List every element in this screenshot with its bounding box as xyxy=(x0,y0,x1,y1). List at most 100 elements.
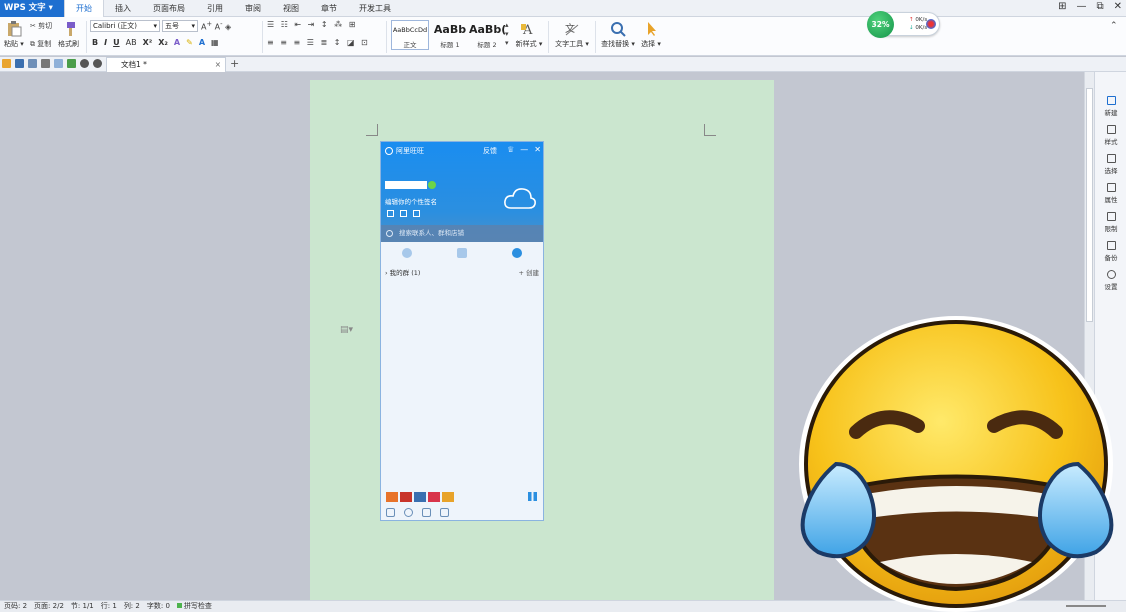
create-group-button[interactable]: + 创建 xyxy=(518,267,539,277)
app-icon[interactable] xyxy=(428,492,440,502)
style-heading1[interactable]: AaBb 标题 1 xyxy=(431,20,469,50)
ribbon-separator xyxy=(262,21,263,53)
tab-page-layout[interactable]: 页面布局 xyxy=(142,0,196,17)
groups-tab-icon[interactable] xyxy=(512,248,522,258)
select-icon xyxy=(1106,154,1116,163)
tab-references[interactable]: 引用 xyxy=(196,0,234,17)
char-shading-button[interactable]: ▦ xyxy=(211,38,219,47)
chat-tab-icon[interactable] xyxy=(402,248,412,258)
panel-backup[interactable]: 备份 xyxy=(1095,241,1126,262)
find-replace-button[interactable]: 查找替换 ▾ xyxy=(599,21,637,49)
skin-icon[interactable]: ♕ xyxy=(507,145,514,154)
document-tab[interactable]: 文档1 * × xyxy=(106,57,226,72)
bold-button[interactable]: B xyxy=(92,38,98,47)
group-list-item[interactable]: › 我的群 (1) xyxy=(385,267,420,277)
paste-button[interactable]: 粘贴 ▾ xyxy=(4,21,24,49)
restore-icon[interactable]: ⊞ xyxy=(1058,1,1066,12)
style-normal[interactable]: AaBbCcDd 正文 xyxy=(391,20,429,50)
underline-button[interactable]: U xyxy=(113,38,120,47)
list-buttons[interactable]: ☰ ☷ ⇤ ⇥ ↕ ⁂ ⊞ xyxy=(267,20,357,29)
maximize-icon[interactable]: ⧉ xyxy=(1096,1,1103,12)
new-style-icon: A xyxy=(521,23,533,37)
save-icon[interactable] xyxy=(15,59,24,68)
app-menu-button[interactable]: WPS 文字 ▾ xyxy=(0,0,64,17)
text-tools-button[interactable]: 文 文字工具 ▾ xyxy=(553,21,591,49)
panel-new[interactable]: 新建 xyxy=(1095,96,1126,117)
panel-restrict[interactable]: 限制 xyxy=(1095,212,1126,233)
network-speed-widget[interactable]: 32% ↑ 0K/s ↓ 0K/s xyxy=(867,11,940,38)
feedback-link[interactable]: 反馈 xyxy=(483,146,497,156)
settings-icon[interactable] xyxy=(404,508,413,517)
app-icon[interactable] xyxy=(442,492,454,502)
contacts-tab-icon[interactable] xyxy=(457,248,467,258)
tab-view[interactable]: 视图 xyxy=(272,0,310,17)
app-grid-icon[interactable] xyxy=(528,492,537,501)
aliwangwang-window[interactable]: 阿里旺旺 反馈 ♕ — ✕ 编辑你的个性签名 搜索联系人、群和店铺 › 我的群 … xyxy=(380,141,544,521)
preview-icon[interactable] xyxy=(54,59,63,68)
app-icon[interactable] xyxy=(386,492,398,502)
close-icon[interactable]: ✕ xyxy=(534,145,541,154)
close-tab-icon[interactable]: × xyxy=(215,58,221,72)
style-heading2[interactable]: AaBb( 标题 2 xyxy=(468,20,506,50)
superscript-button[interactable]: X² xyxy=(143,38,153,47)
contact-list-area xyxy=(381,263,543,488)
add-contact-icon[interactable] xyxy=(440,508,449,517)
tab-section[interactable]: 章节 xyxy=(310,0,348,17)
app-icon[interactable] xyxy=(414,492,426,502)
backup-icon xyxy=(1106,241,1116,250)
export-icon[interactable] xyxy=(28,59,37,68)
tab-insert[interactable]: 插入 xyxy=(104,0,142,17)
format-painter-button[interactable]: 格式刷 xyxy=(58,21,79,49)
accelerate-icon[interactable] xyxy=(926,19,936,29)
panel-select[interactable]: 选择 xyxy=(1095,154,1126,175)
new-style-button[interactable]: A 新样式 ▾ xyxy=(514,21,544,49)
panel-style[interactable]: 样式 xyxy=(1095,125,1126,146)
lock-icon[interactable] xyxy=(413,210,420,217)
ribbon-collapse-icon[interactable]: ⌃ xyxy=(1110,21,1118,31)
italic-button[interactable]: I xyxy=(104,38,107,47)
text-effect-button[interactable]: A xyxy=(174,38,180,47)
notes-icon[interactable] xyxy=(387,210,394,217)
menu-icon[interactable] xyxy=(386,508,395,517)
tab-home[interactable]: 开始 xyxy=(64,0,104,17)
highlight-button[interactable]: ✎ xyxy=(186,38,193,47)
font-name-select[interactable]: Calibri (正文) ▾ xyxy=(90,20,160,32)
undo-icon[interactable] xyxy=(80,59,89,68)
app-icon[interactable] xyxy=(400,492,412,502)
align-buttons[interactable]: ≡ ≡ ≡ ☰ ≣ ↕ ◪ ⊡ xyxy=(267,38,370,47)
scrollbar-thumb[interactable] xyxy=(1086,88,1093,322)
new-tab-button[interactable]: + xyxy=(230,57,239,71)
font-color-button[interactable]: A xyxy=(199,38,205,47)
panel-settings[interactable]: 设置 xyxy=(1095,270,1126,291)
cut-button[interactable]: ✂ 剪切 xyxy=(30,21,52,31)
spell-icon[interactable] xyxy=(67,59,76,68)
status-pages: 页面: 2/2 xyxy=(34,602,64,610)
select-button[interactable]: 选择 ▾ xyxy=(639,21,663,49)
open-icon[interactable] xyxy=(2,59,11,68)
redo-icon[interactable] xyxy=(93,59,102,68)
paste-options-icon[interactable]: ▤▾ xyxy=(340,325,353,335)
panel-properties[interactable]: 属性 xyxy=(1095,183,1126,204)
strike-button[interactable]: AB xyxy=(126,38,137,47)
tab-developer[interactable]: 开发工具 xyxy=(348,0,402,17)
font-size-select[interactable]: 五号 ▾ xyxy=(162,20,198,32)
crop-mark xyxy=(366,124,378,136)
contact-search-input[interactable]: 搜索联系人、群和店铺 xyxy=(381,225,543,242)
properties-icon xyxy=(1106,183,1116,192)
subscript-button[interactable]: X₂ xyxy=(158,38,168,47)
tab-review[interactable]: 审阅 xyxy=(234,0,272,17)
sound-icon[interactable] xyxy=(422,508,431,517)
close-icon[interactable]: ✕ xyxy=(1114,1,1122,12)
minimize-icon[interactable]: — xyxy=(520,145,528,154)
signature-field[interactable]: 编辑你的个性签名 xyxy=(385,196,437,206)
print-icon[interactable] xyxy=(41,59,50,68)
online-status-icon[interactable] xyxy=(428,181,436,189)
spellcheck-toggle[interactable]: 拼写检查 xyxy=(176,601,212,612)
copy-button[interactable]: ⧉ 复制 xyxy=(30,39,51,49)
cloud-icon[interactable] xyxy=(503,186,537,210)
styles-scroll[interactable]: ▴ ▾ ▾ xyxy=(505,21,509,48)
grow-font-button[interactable]: A+ A- ◈ xyxy=(201,20,231,32)
laughing-crying-emoji xyxy=(799,316,1114,612)
shop-icon[interactable] xyxy=(400,210,407,217)
minimize-icon[interactable]: — xyxy=(1076,1,1086,12)
